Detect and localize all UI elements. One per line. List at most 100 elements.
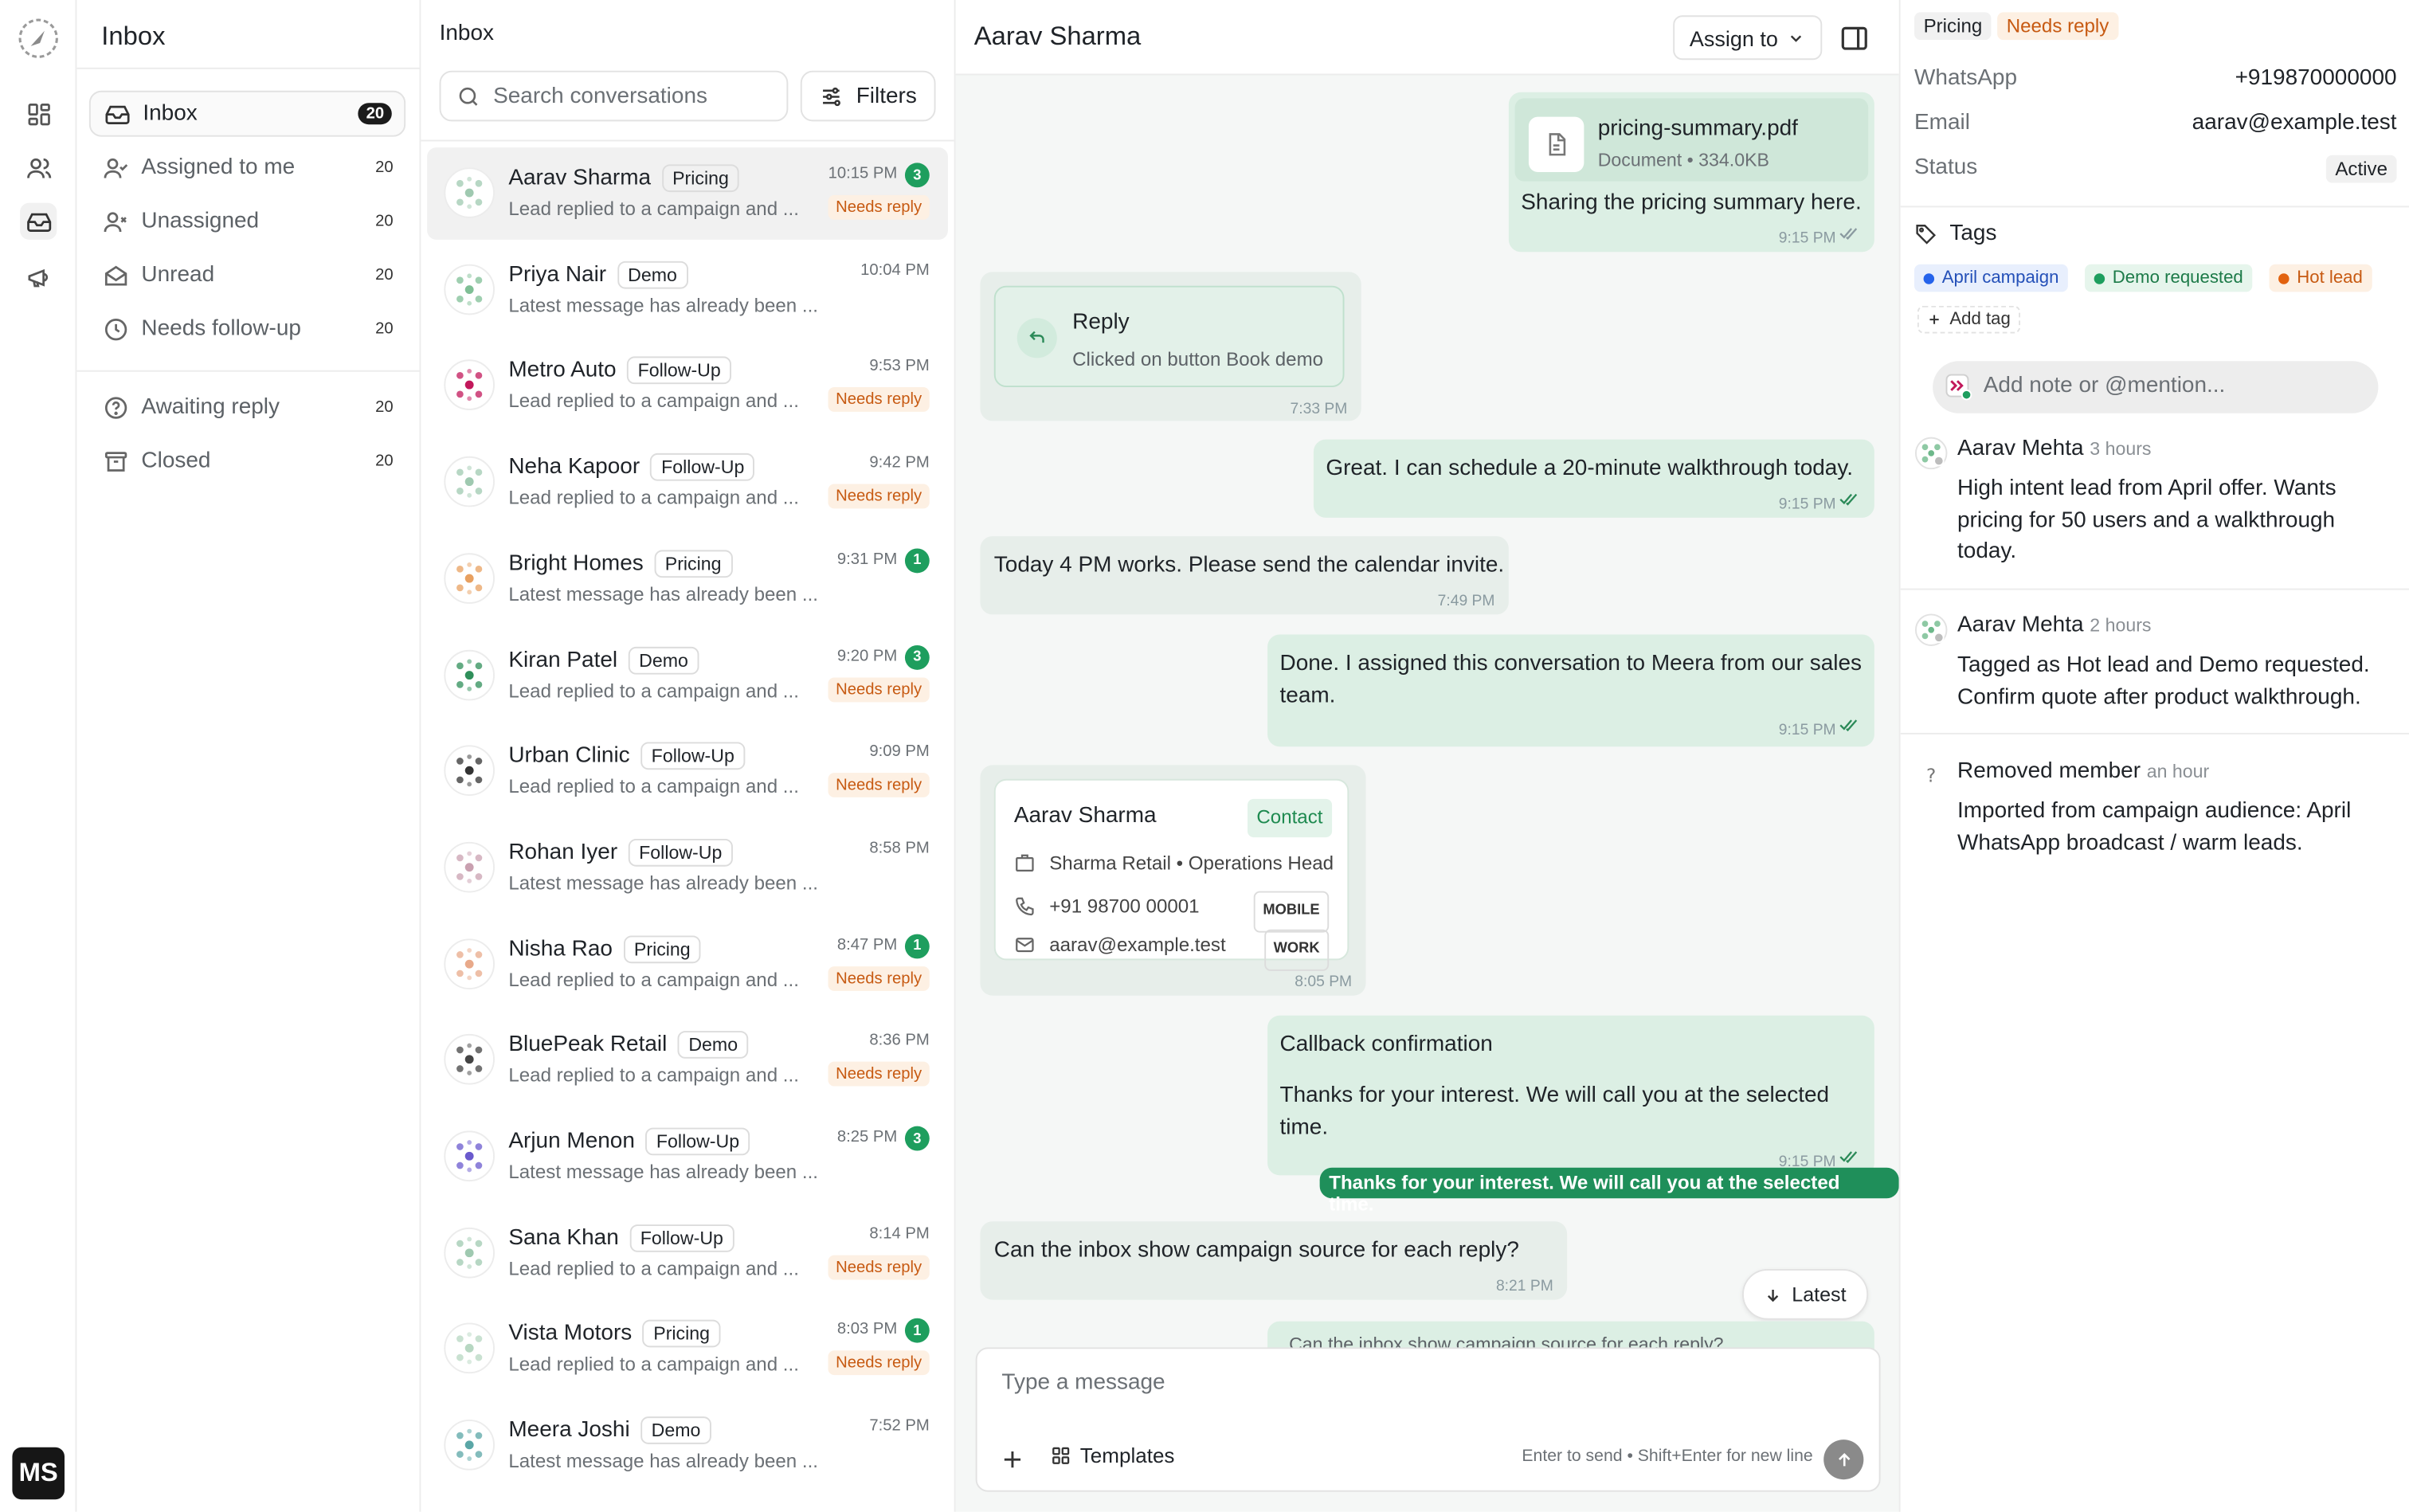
chat-contact-name: Aarav Sharma <box>973 21 1142 51</box>
conversation-item[interactable]: Urban Clinic Follow-Up Lead replied to a c… <box>427 726 948 818</box>
sidebar-item-assigned-to-me[interactable]: Assigned to me 20 <box>89 144 405 190</box>
clock-icon <box>101 315 129 343</box>
templates-button[interactable]: Templates <box>1051 1444 1174 1467</box>
sidebar-item-unread[interactable]: Unread 20 <box>89 252 405 298</box>
conversation-preview: Lead replied to a campaign and ... <box>508 680 799 702</box>
conversation-item[interactable]: Rohan Iyer Follow-Up Latest message has al… <box>427 822 948 915</box>
plus-icon[interactable] <box>999 1446 1027 1474</box>
list-title: Inbox <box>439 21 495 46</box>
conversation-name-row: Vista Motors Pricing <box>508 1320 721 1349</box>
read-ticks-icon <box>1839 719 1858 731</box>
conversation-item[interactable]: Bright Homes Pricing Latest message has al… <box>427 533 948 625</box>
dashboard-icon[interactable] <box>20 96 57 132</box>
removed-member-icon: ? <box>1926 766 1936 787</box>
message-incoming-button-reply[interactable]: Reply Clicked on button Book demo 7:33 P… <box>980 272 1361 421</box>
conversation-item[interactable]: BluePeak Retail Demo Lead replied to a cam… <box>427 1014 948 1107</box>
divider <box>76 370 420 372</box>
sidebar-item-unassigned[interactable]: Unassigned 20 <box>89 198 405 245</box>
quick-reply-chip[interactable]: Thanks for your interest. We will call y… <box>1319 1167 1899 1215</box>
message-incoming[interactable]: Today 4 PM works. Please send the calend… <box>980 536 1509 615</box>
conversation-preview: Lead replied to a campaign and ... <box>508 390 799 413</box>
message-outgoing-template[interactable]: Callback confirmation Thanks for your in… <box>1267 1015 1874 1176</box>
conversation-item[interactable]: Metro Auto Follow-Up Lead replied to a cam… <box>427 340 948 433</box>
sidebar-item-label: Unassigned <box>141 209 260 234</box>
mail-icon <box>1016 938 1034 953</box>
sidebar-item-awaiting-reply[interactable]: Awaiting reply 20 <box>89 384 405 430</box>
conversation-item[interactable]: Priya Nair Demo Latest message has already… <box>427 244 948 336</box>
archive-icon <box>101 447 129 475</box>
conversation-name: Sana Khan <box>508 1225 619 1251</box>
divider <box>421 139 954 142</box>
conversation-item[interactable]: Sana Khan Follow-Up Lead replied to a camp… <box>427 1207 948 1299</box>
conversation-name: Urban Clinic <box>508 743 630 769</box>
conversation-item[interactable]: Vista Motors Pricing Lead replied to a cam… <box>427 1303 948 1396</box>
contact-email-row[interactable]: aarav@example.test <box>1014 930 1226 962</box>
message-input[interactable] <box>1001 1370 1616 1396</box>
contacts-icon[interactable] <box>20 149 57 186</box>
tag-chip[interactable]: April campaign <box>1913 264 2069 292</box>
search-box[interactable] <box>439 70 789 122</box>
inbox-sidebar: Inbox Inbox 20 Assigned to me 20 Unassig… <box>76 0 421 1512</box>
tag-icon <box>1916 224 1937 244</box>
reply-arrow-icon <box>1016 318 1057 358</box>
filters-button[interactable]: Filters <box>800 70 936 122</box>
activity-time: an hour <box>2146 760 2210 782</box>
detail-email-row: Email aarav@example.test <box>1914 111 2397 135</box>
conversation-item[interactable]: Neha Kapoor Follow-Up Lead replied to a ca… <box>427 437 948 529</box>
conversation-item[interactable]: Arjun Menon Follow-Up Latest message has a… <box>427 1110 948 1203</box>
detail-whatsapp-value[interactable]: +919870000000 <box>2235 66 2397 91</box>
send-button[interactable] <box>1823 1440 1864 1480</box>
detail-email-value[interactable]: aarav@example.test <box>2192 111 2397 135</box>
message-outgoing-document[interactable]: pricing-summary.pdf Document • 334.0KB S… <box>1508 92 1874 253</box>
sidebar-item-needs-follow-up[interactable]: Needs follow-up 20 <box>89 306 405 352</box>
message-time: 9:15 PM <box>1778 496 1836 514</box>
conversation-preview: Lead replied to a campaign and ... <box>508 487 799 509</box>
conversation-item[interactable]: Aarav Sharma Pricing Lead replied to a cam… <box>427 147 948 240</box>
conversation-preview: Lead replied to a campaign and ... <box>508 776 799 798</box>
conversation-time: 9:42 PM <box>869 453 930 472</box>
toggle-details-panel-icon[interactable] <box>1839 23 1870 54</box>
detail-status-row: Status Active <box>1914 155 2397 183</box>
sidebar-title: Inbox <box>101 21 166 51</box>
add-tag-button[interactable]: Add tag <box>1917 305 2020 334</box>
conversation-time: 10:15 PM <box>828 164 898 183</box>
assign-to-dropdown[interactable]: Assign to <box>1673 15 1823 61</box>
contact-avatar <box>444 745 495 797</box>
message-outgoing[interactable]: Great. I can schedule a 20-minute walkth… <box>1313 439 1874 518</box>
tag-chip[interactable]: Hot lead <box>2269 264 2372 292</box>
message-incoming-contact[interactable]: Aarav Sharma Contact Sharma Retail • Ope… <box>980 765 1366 996</box>
conversation-time: 8:14 PM <box>869 1224 930 1243</box>
jump-to-latest-button[interactable]: Latest <box>1741 1268 1869 1320</box>
contact-card[interactable]: Aarav Sharma Contact Sharma Retail • Ope… <box>993 778 1349 970</box>
app-logo-icon[interactable] <box>17 17 60 60</box>
message-incoming[interactable]: Can the inbox show campaign source for e… <box>980 1221 1568 1300</box>
message-text: Done. I assigned this conversation to Me… <box>1279 651 1863 708</box>
note-input[interactable] <box>1983 373 2352 398</box>
tag-label: Demo requested <box>2112 268 2243 288</box>
workspace-avatar[interactable]: MS <box>12 1447 65 1500</box>
contact-avatar <box>444 552 495 604</box>
search-input[interactable] <box>493 84 770 108</box>
sidebar-item-inbox[interactable]: Inbox 20 <box>88 90 406 137</box>
contact-avatar <box>444 1034 495 1086</box>
note-box[interactable] <box>1933 361 2379 413</box>
conversation-preview: Lead replied to a campaign and ... <box>508 1257 799 1279</box>
conversation-time: 9:09 PM <box>869 742 930 762</box>
conversation-item[interactable]: Nisha Rao Pricing Lead replied to a campai… <box>427 919 948 1011</box>
conversation-item[interactable]: Meera Joshi Demo Latest message has alread… <box>427 1400 948 1492</box>
inbox-nav-icon[interactable] <box>20 202 57 240</box>
sidebar-item-closed[interactable]: Closed 20 <box>89 438 405 484</box>
document-attachment[interactable]: pricing-summary.pdf Document • 334.0KB <box>1514 98 1869 182</box>
campaigns-megaphone-icon[interactable] <box>20 258 57 295</box>
conversation-tag: Pricing <box>642 1320 721 1349</box>
chat-header: Aarav Sharma Assign to <box>955 0 1899 76</box>
conversation-item[interactable]: Kiran Patel Demo Lead replied to a campaig… <box>427 629 948 722</box>
contact-avatar <box>444 167 495 218</box>
conversation-name: Meera Joshi <box>508 1418 630 1443</box>
sidebar-item-label: Awaiting reply <box>141 394 280 420</box>
message-outgoing[interactable]: Done. I assigned this conversation to Me… <box>1267 634 1874 747</box>
conversation-time: 10:04 PM <box>860 260 930 280</box>
contact-phone-row[interactable]: +91 98700 00001 <box>1014 891 1200 923</box>
message-text: Great. I can schedule a 20-minute walkth… <box>1326 456 1854 481</box>
tag-chip[interactable]: Demo requested <box>2085 264 2253 292</box>
